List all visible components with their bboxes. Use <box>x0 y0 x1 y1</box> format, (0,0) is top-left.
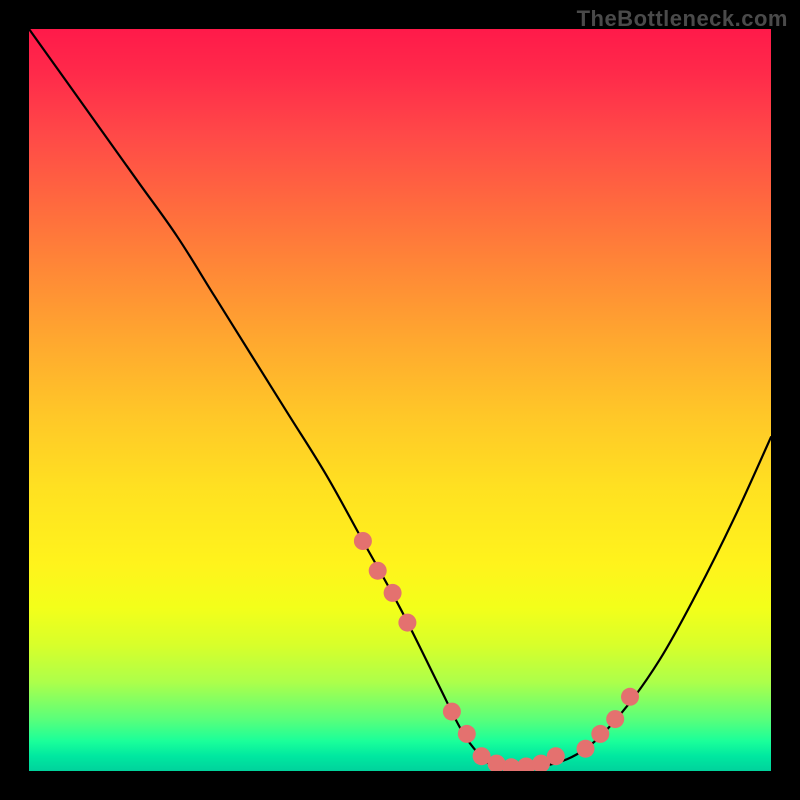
highlight-markers <box>354 532 639 771</box>
highlight-marker <box>591 725 609 743</box>
curve-group <box>29 29 771 768</box>
highlight-marker <box>398 614 416 632</box>
bottleneck-curve <box>29 29 771 768</box>
highlight-marker <box>621 688 639 706</box>
highlight-marker <box>384 584 402 602</box>
chart-container: TheBottleneck.com <box>0 0 800 800</box>
chart-svg <box>29 29 771 771</box>
highlight-marker <box>547 747 565 765</box>
highlight-marker <box>577 740 595 758</box>
highlight-marker <box>458 725 476 743</box>
highlight-marker <box>606 710 624 728</box>
plot-area <box>29 29 771 771</box>
highlight-marker <box>443 703 461 721</box>
highlight-marker <box>354 532 372 550</box>
highlight-marker <box>369 562 387 580</box>
